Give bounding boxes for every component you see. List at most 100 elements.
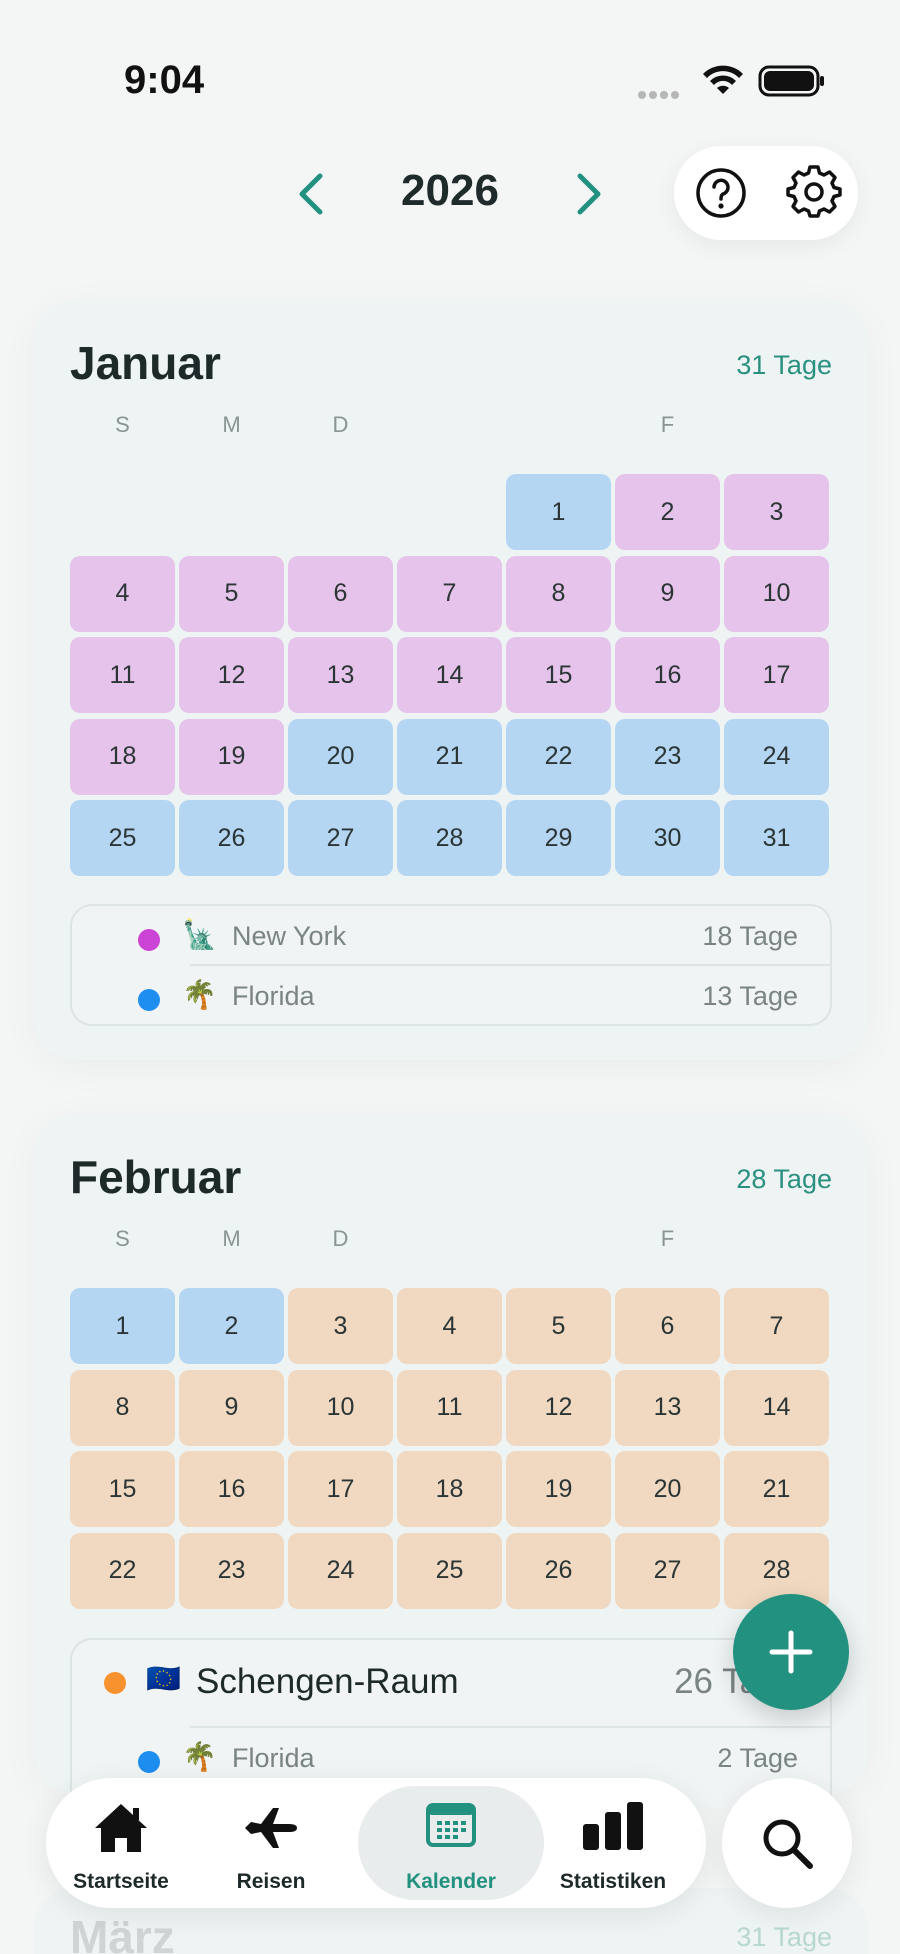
calendar-day[interactable]: 12	[506, 1369, 611, 1446]
calendar-day[interactable]: 25	[397, 1532, 502, 1609]
calendar-day[interactable]: 10	[288, 1369, 393, 1446]
calendar-day[interactable]: 25	[70, 800, 175, 876]
calendar-day[interactable]: 12	[179, 637, 284, 713]
previous-year-button[interactable]	[290, 168, 334, 220]
calendar-day[interactable]: 19	[179, 718, 284, 795]
calendar-day[interactable]: 6	[288, 555, 393, 632]
help-icon[interactable]	[694, 166, 748, 220]
month-day-count: 28 Tage	[736, 1164, 832, 1194]
legend-count: 2 Tage	[717, 1743, 798, 1773]
calendar-day[interactable]: 17	[288, 1451, 393, 1527]
calendar-day[interactable]: 3	[288, 1288, 393, 1364]
tab-reisen[interactable]: Reisen	[196, 1778, 346, 1908]
calendar-day[interactable]: 1	[70, 1288, 175, 1364]
calendar-day[interactable]: 13	[615, 1369, 720, 1446]
legend-color-dot	[138, 1751, 160, 1773]
legend-row-schengen-raum[interactable]: 🇪🇺 Schengen-Raum 26 Tage	[72, 1640, 832, 1726]
calendar-day[interactable]: 2	[615, 474, 720, 550]
calendar-day[interactable]: 27	[288, 800, 393, 876]
calendar-day[interactable]: 20	[615, 1451, 720, 1527]
search-button[interactable]	[722, 1778, 852, 1908]
calendar-day[interactable]: 11	[70, 637, 175, 713]
weekday-label: F	[660, 412, 675, 437]
calendar-day[interactable]: 21	[724, 1451, 829, 1527]
tab-startseite[interactable]: Startseite	[46, 1778, 196, 1908]
calendar-day[interactable]: 4	[70, 555, 175, 632]
calendar-day[interactable]: 17	[724, 637, 829, 713]
calendar-day[interactable]: 16	[179, 1451, 284, 1527]
weekday-header: S M D F	[70, 412, 832, 452]
calendar-day[interactable]: 6	[615, 1288, 720, 1364]
calendar-day[interactable]: 19	[506, 1451, 611, 1527]
calendar-day[interactable]: 18	[70, 718, 175, 795]
tab-label: Reisen	[236, 1870, 306, 1893]
month-name: Januar	[70, 337, 221, 389]
airplane-icon	[245, 1808, 297, 1848]
calendar-day[interactable]: 15	[70, 1451, 175, 1527]
legend-count: 18 Tage	[702, 921, 798, 951]
calendar-day[interactable]: 24	[288, 1532, 393, 1609]
calendar-day[interactable]: 15	[506, 637, 611, 713]
calendar-day[interactable]: 26	[506, 1532, 611, 1609]
header-actions	[674, 146, 858, 240]
status-bar: 9:04	[0, 0, 900, 130]
month-card-januar: Januar 31 Tage S M D F 1 2 3 4 5 6 7 8 9 10 11 12 13…	[34, 300, 868, 1060]
calendar-day[interactable]: 11	[397, 1369, 502, 1446]
month-name: März	[70, 1911, 175, 1954]
legend-color-dot	[138, 929, 160, 951]
cellular-signal-icon	[638, 86, 688, 99]
calendar-day[interactable]: 20	[288, 718, 393, 795]
calendar-day[interactable]: 4	[397, 1288, 502, 1364]
calendar-day[interactable]: 28	[397, 800, 502, 876]
calendar-day[interactable]: 13	[288, 637, 393, 713]
calendar-day[interactable]: 10	[724, 555, 829, 632]
palm-tree-icon: 🌴	[182, 1741, 217, 1772]
calendar-icon	[426, 1803, 476, 1847]
calendar-day[interactable]: 5	[506, 1288, 611, 1364]
calendar-day[interactable]: 21	[397, 718, 502, 795]
tab-bar: Startseite Reisen Kalender Statistiken	[46, 1778, 706, 1908]
battery-icon	[758, 65, 824, 97]
calendar-day[interactable]: 26	[179, 800, 284, 876]
calendar-day[interactable]: 24	[724, 718, 829, 795]
calendar-day[interactable]: 22	[70, 1532, 175, 1609]
calendar-day[interactable]: 23	[615, 718, 720, 795]
month-card-februar: Februar 28 Tage S M D F 1 2 3 4 5 6 7 8 9 10 11 12 1…	[34, 1114, 868, 1808]
calendar-day[interactable]: 8	[70, 1369, 175, 1446]
calendar-day[interactable]: 9	[179, 1369, 284, 1446]
eu-flag-icon: 🇪🇺	[146, 1663, 181, 1694]
calendar-day[interactable]: 16	[615, 637, 720, 713]
calendar-day[interactable]: 18	[397, 1451, 502, 1527]
palm-tree-icon: 🌴	[182, 979, 217, 1010]
calendar-day[interactable]: 22	[506, 718, 611, 795]
month-day-count: 31 Tage	[736, 350, 832, 380]
weekday-label: D	[332, 1226, 349, 1251]
calendar-day[interactable]: 2	[179, 1288, 284, 1364]
calendar-day[interactable]: 23	[179, 1532, 284, 1609]
legend-row-new-york[interactable]: 🗽 New York 18 Tage	[72, 906, 832, 966]
calendar-day[interactable]: 31	[724, 800, 829, 876]
tab-kalender[interactable]: Kalender	[358, 1778, 544, 1908]
calendar-day[interactable]: 7	[397, 555, 502, 632]
legend-row-florida[interactable]: 🌴 Florida 13 Tage	[72, 966, 832, 1026]
tab-statistiken[interactable]: Statistiken	[538, 1778, 688, 1908]
next-year-button[interactable]	[566, 168, 610, 220]
calendar-day[interactable]: 3	[724, 474, 829, 550]
add-trip-button[interactable]	[733, 1594, 849, 1710]
calendar-day[interactable]: 29	[506, 800, 611, 876]
legend-name: Florida	[232, 981, 315, 1011]
calendar-day[interactable]: 8	[506, 555, 611, 632]
calendar-day[interactable]: 1	[506, 474, 611, 550]
calendar-day[interactable]: 14	[397, 637, 502, 713]
month-legend: 🗽 New York 18 Tage 🌴 Florida 13 Tage	[70, 904, 832, 1026]
calendar-day[interactable]: 9	[615, 555, 720, 632]
calendar-day[interactable]: 30	[615, 800, 720, 876]
tab-label: Statistiken	[559, 1870, 667, 1893]
legend-count: 13 Tage	[702, 981, 798, 1011]
gear-icon[interactable]	[786, 164, 842, 220]
calendar-day[interactable]: 7	[724, 1288, 829, 1364]
calendar-day[interactable]: 5	[179, 555, 284, 632]
calendar-day[interactable]: 14	[724, 1369, 829, 1446]
calendar-day[interactable]: 27	[615, 1532, 720, 1609]
home-icon	[95, 1804, 147, 1852]
